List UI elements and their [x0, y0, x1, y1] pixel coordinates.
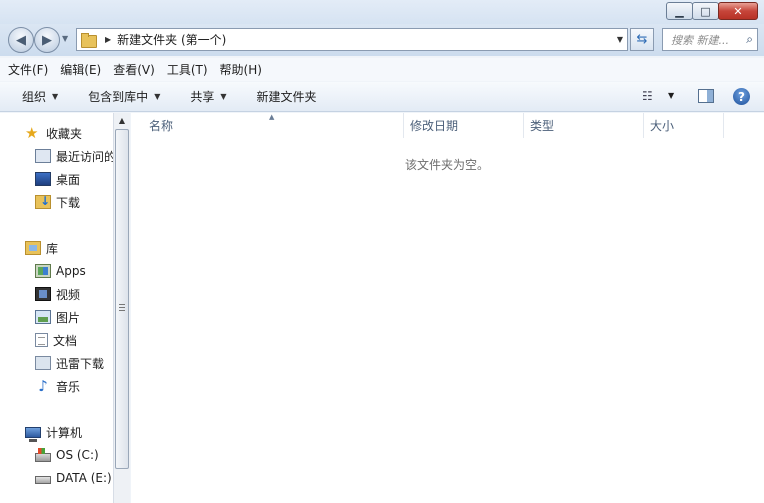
nav-recent-label: 最近访问的 — [56, 149, 115, 164]
nav-videos[interactable]: 视频 — [35, 284, 80, 304]
view-dropdown-icon[interactable]: ▼ — [668, 91, 674, 100]
minimize-button[interactable]: ▁ — [666, 2, 693, 20]
column-header-size-label: 大小 — [650, 119, 675, 133]
nav-documents[interactable]: 文档 — [35, 330, 77, 350]
nav-data-drive-label: DATA (E:) — [56, 471, 112, 485]
menu-view[interactable]: 查看(V) — [113, 61, 155, 78]
music-note-icon: ♪ — [38, 377, 48, 395]
downloads-folder-icon — [35, 194, 51, 209]
column-header-type-label: 类型 — [530, 119, 555, 133]
thunder-download-icon — [35, 356, 51, 370]
nav-downloads[interactable]: 下载 — [35, 192, 80, 212]
scroll-up-arrow-icon[interactable]: ▲ — [114, 113, 130, 129]
nav-favorites[interactable]: ★ 收藏夹 — [25, 123, 82, 143]
nav-os-drive-label: OS (C:) — [56, 448, 99, 462]
computer-icon — [25, 426, 41, 442]
nav-desktop[interactable]: 桌面 — [35, 169, 80, 189]
column-header-name[interactable]: 名称 — [131, 113, 404, 138]
recent-pages-dropdown-icon[interactable]: ▼ — [62, 34, 68, 43]
menu-bar: 文件(F) 编辑(E) 查看(V) 工具(T) 帮助(H) — [0, 58, 764, 81]
menu-edit[interactable]: 编辑(E) — [60, 61, 101, 78]
nav-computer-label: 计算机 — [46, 425, 83, 440]
organize-label: 组织 — [22, 90, 47, 104]
command-bar: 组织 ▼ 包含到库中 ▼ 共享 ▼ 新建文件夹 ☷ ▼ ? — [0, 82, 764, 112]
nav-music-label: 音乐 — [56, 379, 81, 394]
file-list[interactable]: ▲ 名称 修改日期 类型 大小 该文件夹为空。 — [131, 113, 764, 503]
new-folder-label: 新建文件夹 — [256, 90, 317, 104]
breadcrumb-current-folder[interactable]: 新建文件夹 (第一个) — [117, 31, 226, 48]
refresh-button[interactable]: ⇆ — [630, 28, 654, 51]
new-folder-button[interactable]: 新建文件夹 — [257, 88, 317, 105]
column-header-name-label: 名称 — [149, 119, 174, 133]
nav-pictures[interactable]: 图片 — [35, 307, 80, 327]
desktop-icon — [35, 172, 51, 186]
scrollbar-thumb[interactable] — [115, 129, 129, 469]
search-placeholder: 搜索 新建... — [671, 33, 729, 47]
search-icon[interactable]: ⌕ — [746, 32, 753, 47]
menu-help[interactable]: 帮助(H) — [220, 61, 262, 78]
nav-libraries-label: 库 — [46, 241, 59, 256]
column-header-type[interactable]: 类型 — [524, 113, 644, 138]
title-bar: ▁ □ ✕ — [0, 0, 764, 24]
include-in-library-label: 包含到库中 — [88, 90, 149, 104]
nav-thunder-label: 迅雷下载 — [56, 356, 105, 371]
nav-libraries[interactable]: 库 — [25, 238, 58, 258]
navigation-scrollbar[interactable]: ▲ — [113, 113, 130, 503]
empty-folder-message: 该文件夹为空。 — [405, 158, 490, 172]
nav-thunder-downloads[interactable]: 迅雷下载 — [35, 353, 104, 373]
apps-icon — [35, 264, 51, 278]
nav-desktop-label: 桌面 — [56, 172, 81, 187]
chevron-down-icon: ▼ — [52, 92, 59, 101]
chevron-down-icon: ▼ — [220, 92, 227, 101]
nav-recent[interactable]: 最近访问的 — [35, 146, 115, 166]
system-drive-icon — [35, 448, 51, 462]
search-input[interactable]: 搜索 新建... ⌕ — [662, 28, 758, 51]
address-history-dropdown-icon[interactable]: ▼ — [617, 35, 623, 44]
library-icon — [25, 241, 41, 255]
folder-icon — [81, 32, 97, 48]
chevron-down-icon: ▼ — [154, 92, 161, 101]
column-header-modified[interactable]: 修改日期 — [404, 113, 524, 138]
column-header-modified-label: 修改日期 — [410, 119, 459, 133]
share-label: 共享 — [190, 90, 215, 104]
nav-data-drive[interactable]: DATA (E:) — [35, 468, 112, 488]
star-icon: ★ — [25, 124, 39, 142]
view-options-icon[interactable]: ☷ — [642, 89, 653, 103]
include-in-library-button[interactable]: 包含到库中 ▼ — [88, 88, 160, 105]
document-icon — [35, 333, 48, 347]
nav-downloads-label: 下载 — [56, 195, 81, 210]
window-controls: ▁ □ ✕ — [666, 2, 758, 20]
column-header-size[interactable]: 大小 — [644, 113, 724, 138]
nav-favorites-label: 收藏夹 — [46, 126, 83, 141]
menu-file[interactable]: 文件(F) — [8, 61, 48, 78]
close-button[interactable]: ✕ — [718, 2, 758, 20]
nav-computer[interactable]: 计算机 — [25, 422, 82, 442]
share-button[interactable]: 共享 ▼ — [190, 88, 226, 105]
help-icon[interactable]: ? — [733, 88, 750, 105]
nav-os-drive[interactable]: OS (C:) — [35, 445, 99, 465]
nav-pictures-label: 图片 — [56, 310, 81, 325]
maximize-button[interactable]: □ — [692, 2, 719, 20]
organize-button[interactable]: 组织 ▼ — [22, 88, 58, 105]
nav-documents-label: 文档 — [53, 333, 78, 348]
video-icon — [35, 287, 51, 301]
pictures-icon — [35, 310, 51, 324]
grip-icon — [119, 304, 125, 311]
nav-apps[interactable]: Apps — [35, 261, 86, 281]
address-bar[interactable]: ▶ 新建文件夹 (第一个) ▼ — [76, 28, 628, 51]
drive-icon — [35, 476, 51, 484]
menu-tools[interactable]: 工具(T) — [167, 61, 208, 78]
preview-pane-icon[interactable] — [698, 89, 714, 103]
navigation-pane: ★ 收藏夹 最近访问的 桌面 下载 库 Apps 视频 图片 文档 迅雷下载 ♪… — [0, 113, 115, 503]
nav-videos-label: 视频 — [56, 287, 81, 302]
nav-apps-label: Apps — [56, 264, 86, 278]
nav-music[interactable]: ♪ 音乐 — [35, 376, 80, 396]
forward-button[interactable]: ▶ — [34, 27, 60, 53]
recent-places-icon — [35, 149, 51, 163]
address-row: ◀ ▶ ▼ ▶ 新建文件夹 (第一个) ▼ ⇆ 搜索 新建... ⌕ — [0, 24, 764, 56]
breadcrumb-arrow-icon[interactable]: ▶ — [105, 35, 111, 44]
back-button[interactable]: ◀ — [8, 27, 34, 53]
